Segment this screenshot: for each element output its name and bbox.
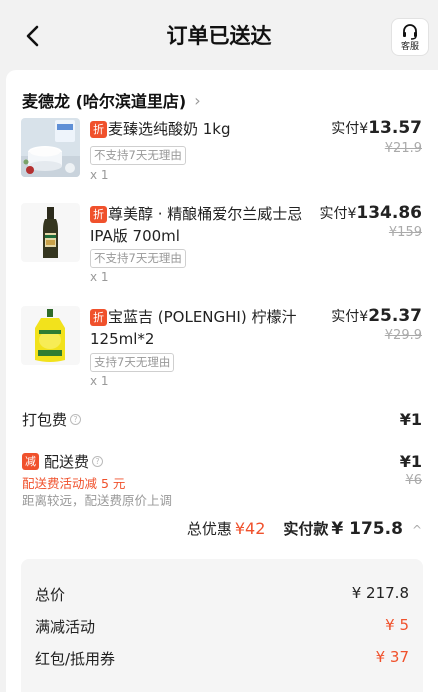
packing-fee-row: 打包费? ¥1 bbox=[22, 409, 422, 430]
delivery-fee-original: ¥6 bbox=[405, 473, 422, 488]
price-amount: 134.86 bbox=[356, 203, 422, 223]
product-title: 尊美醇 · 精酿桶爱尔兰威士忌 IPA版 700ml bbox=[90, 205, 303, 245]
packing-fee-label[interactable]: 打包费? bbox=[22, 409, 82, 430]
packing-fee-text: 打包费 bbox=[22, 411, 68, 429]
paid-total: ¥ 175.8 bbox=[331, 519, 403, 539]
delivery-fee-text: 配送费 bbox=[44, 453, 90, 471]
breakdown-label: 红包/抵用券 bbox=[35, 650, 116, 668]
product-name: 折宝蓝吉 (POLENGHI) 柠檬汁125ml*2 bbox=[90, 306, 318, 350]
quantity: x 1 bbox=[90, 270, 109, 284]
quantity: x 1 bbox=[90, 168, 109, 182]
headset-icon bbox=[403, 24, 417, 40]
price-prefix: 实付¥ bbox=[331, 121, 369, 137]
price-prefix: 实付¥ bbox=[319, 206, 357, 222]
breakdown-row: 总价 ¥ 217.8 bbox=[35, 584, 409, 605]
store-name: 麦德龙 (哈尔滨道里店) bbox=[22, 92, 187, 111]
return-policy-badge: 支持7天无理由 bbox=[90, 353, 175, 372]
breakdown-value: ¥ 217.8 bbox=[351, 584, 409, 602]
paid-label: 实付款 bbox=[283, 520, 329, 538]
store-link[interactable]: 麦德龙 (哈尔滨道里店) › bbox=[22, 88, 201, 112]
discount-tag: 折 bbox=[90, 121, 107, 138]
product-title: 麦臻选纯酸奶 1kg bbox=[108, 120, 231, 138]
price-breakdown: 总价 ¥ 217.8 满减活动 ¥ 5 红包/抵用券 ¥ 37 bbox=[21, 559, 423, 692]
delivery-fee-row: 减配送费? ¥1 ¥6 bbox=[22, 450, 422, 488]
delivery-note: 距离较远，配送费原价上调 bbox=[22, 493, 173, 508]
delivery-fee-label[interactable]: 减配送费? bbox=[22, 451, 104, 472]
price-prefix: 实付¥ bbox=[331, 309, 369, 325]
breakdown-value: ¥ 5 bbox=[385, 616, 409, 634]
discount-label: 总优惠 bbox=[186, 520, 232, 538]
breakdown-row: 红包/抵用券 ¥ 37 bbox=[35, 648, 409, 669]
service-label: 客服 bbox=[400, 42, 419, 52]
paid-price: 实付¥134.86 bbox=[319, 203, 422, 223]
delivery-fee-value: ¥1 bbox=[399, 452, 422, 471]
packing-fee-value: ¥1 bbox=[399, 410, 422, 429]
return-policy-badge: 不支持7天无理由 bbox=[90, 249, 186, 268]
chevron-right-icon: › bbox=[194, 90, 201, 110]
discount-tag: 折 bbox=[90, 206, 107, 223]
breakdown-row: 满减活动 ¥ 5 bbox=[35, 616, 409, 637]
discount-value: ¥42 bbox=[234, 519, 266, 538]
question-icon[interactable]: ? bbox=[70, 414, 82, 425]
product-name: 折麦臻选纯酸奶 1kg bbox=[90, 118, 318, 140]
page-title: 订单已送达 bbox=[166, 24, 272, 48]
breakdown-label: 总价 bbox=[35, 586, 66, 604]
paid-price: 实付¥13.57 bbox=[331, 118, 422, 138]
breakdown-label: 满减活动 bbox=[35, 618, 96, 636]
return-policy-badge: 不支持7天无理由 bbox=[90, 146, 186, 165]
product-thumbnail bbox=[21, 306, 80, 365]
totals-summary[interactable]: 总优惠 ¥42 实付款 ¥ 175.8 ^ bbox=[187, 518, 422, 539]
original-price: ¥29.9 bbox=[384, 328, 422, 343]
original-price: ¥159 bbox=[388, 225, 422, 240]
breakdown-value: ¥ 37 bbox=[375, 648, 409, 666]
question-icon[interactable]: ? bbox=[92, 456, 104, 467]
top-bar: 订单已送达 客服 bbox=[0, 0, 438, 70]
customer-service-button[interactable]: 客服 bbox=[391, 18, 429, 56]
product-thumbnail bbox=[21, 203, 80, 262]
product-title: 宝蓝吉 (POLENGHI) 柠檬汁125ml*2 bbox=[90, 308, 297, 348]
original-price: ¥21.9 bbox=[384, 141, 422, 156]
order-card: 麦德龙 (哈尔滨道里店) › 折麦臻选纯酸奶 1kg 不支持7天无理由 x 1 bbox=[6, 70, 438, 692]
quantity: x 1 bbox=[90, 374, 109, 388]
chevron-up-icon[interactable]: ^ bbox=[412, 523, 422, 537]
price-amount: 13.57 bbox=[368, 118, 422, 138]
discount-tag: 折 bbox=[90, 309, 107, 326]
reduction-tag: 减 bbox=[22, 453, 39, 470]
product-thumbnail bbox=[21, 118, 80, 177]
product-name: 折尊美醇 · 精酿桶爱尔兰威士忌 IPA版 700ml bbox=[90, 203, 318, 247]
price-amount: 25.37 bbox=[368, 306, 422, 326]
paid-price: 实付¥25.37 bbox=[331, 306, 422, 326]
